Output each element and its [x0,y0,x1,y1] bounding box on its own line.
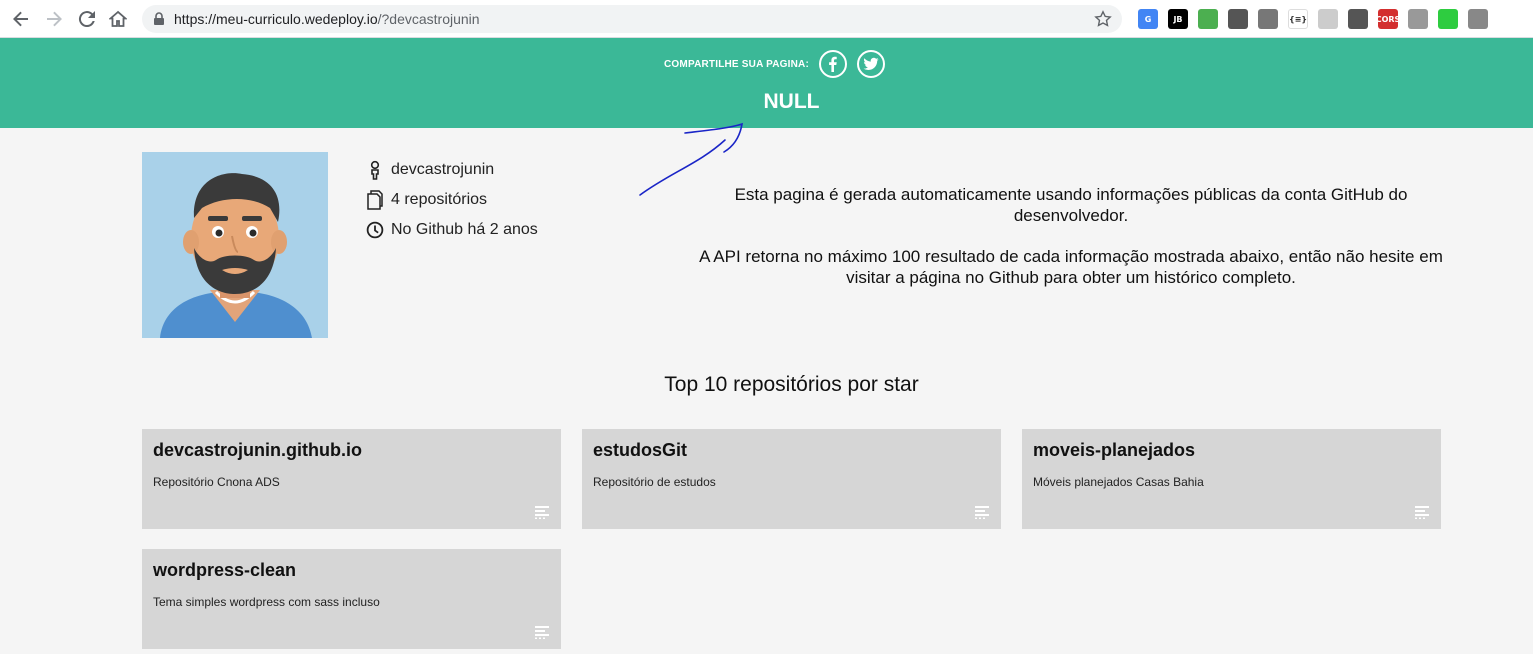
home-icon [109,10,127,27]
browser-toolbar: https://meu-curriculo.wedeploy.io/?devca… [0,0,1533,38]
page-title: NULL [763,90,820,113]
forward-arrow-icon [47,11,62,27]
reload-button[interactable] [71,3,103,35]
repo-name[interactable]: devcastrojunin.github.io [153,440,550,461]
url-host: https://meu-curriculo.wedeploy.io [174,11,378,27]
reload-icon [78,11,95,28]
repo-count: 4 repositórios [391,191,488,208]
tag-icon[interactable] [1408,9,1428,29]
google-translate-icon[interactable]: G [1138,9,1158,29]
menu-lines-icon[interactable] [1415,505,1429,519]
gear-icon[interactable] [1228,9,1248,29]
share-row: COMPARTILHE SUA PAGINA: [0,50,1533,78]
address-bar[interactable]: https://meu-curriculo.wedeploy.io/?devca… [142,5,1122,33]
camera-icon[interactable] [1468,9,1488,29]
description-paragraph-2: A API retorna no máximo 100 resultado de… [699,247,1443,287]
section-title: Top 10 repositórios por star [664,373,919,396]
clock-icon [366,221,384,239]
copy-files-icon [367,190,383,210]
profile-info: devcastrojunin 4 repositórios No Github … [366,155,538,245]
settings-cog-icon[interactable] [1258,9,1278,29]
twitter-icon [863,57,879,71]
home-button[interactable] [102,3,134,35]
repo-card[interactable]: wordpress-clean Tema simples wordpress c… [142,549,561,649]
repo-name[interactable]: wordpress-clean [153,560,550,581]
twitter-share-button[interactable] [856,50,885,78]
avatar [142,152,328,338]
menu-lines-icon[interactable] [975,505,989,519]
forward-button[interactable] [38,3,70,35]
json-viewer-icon[interactable]: {≡} [1288,9,1308,29]
description-paragraph-1: Esta pagina é gerada automaticamente usa… [734,185,1408,225]
repo-description: Tema simples wordpress com sass incluso [153,595,380,609]
repo-card[interactable]: devcastrojunin.github.io Repositório Cno… [142,429,561,529]
facebook-icon [829,56,837,72]
download-tray-icon[interactable] [1198,9,1218,29]
page-description: Esta pagina é gerada automaticamente usa… [690,184,1452,288]
repo-card[interactable]: estudosGit Repositório de estudos [582,429,1001,529]
avatar-illustration [142,152,328,338]
url-path: /?devcastrojunin [377,11,480,27]
share-label: COMPARTILHE SUA PAGINA: [664,58,809,70]
cors-icon[interactable]: CORS [1376,9,1400,29]
repo-name[interactable]: moveis-planejados [1033,440,1430,461]
repo-description: Móveis planejados Casas Bahia [1033,475,1204,489]
since-row: No Github há 2 anos [366,215,538,245]
menu-lines-icon[interactable] [535,505,549,519]
username: devcastrojunin [391,161,495,178]
facebook-share-button[interactable] [818,50,847,78]
bookmark-star-icon[interactable] [1094,10,1112,28]
repo-description: Repositório Cnona ADS [153,475,280,489]
user-icon [370,160,380,180]
page-header: COMPARTILHE SUA PAGINA: NULL [0,38,1533,128]
github-age: No Github há 2 anos [391,221,538,238]
username-row: devcastrojunin [366,155,538,185]
repo-card[interactable]: moveis-planejados Móveis planejados Casa… [1022,429,1441,529]
repo-name[interactable]: estudosGit [593,440,990,461]
menu-lines-icon[interactable] [535,625,549,639]
back-arrow-icon [13,11,28,27]
network-icon[interactable] [1348,9,1368,29]
lock-icon [154,12,164,25]
repos-row: 4 repositórios [366,185,538,215]
jetbrains-icon[interactable]: JB [1168,9,1188,29]
back-button[interactable] [5,3,37,35]
thumbs-up-icon[interactable] [1438,9,1458,29]
extension-icons: G JB {≡} CORS [1138,9,1488,29]
chat-icon[interactable] [1318,9,1338,29]
repo-description: Repositório de estudos [593,475,716,489]
